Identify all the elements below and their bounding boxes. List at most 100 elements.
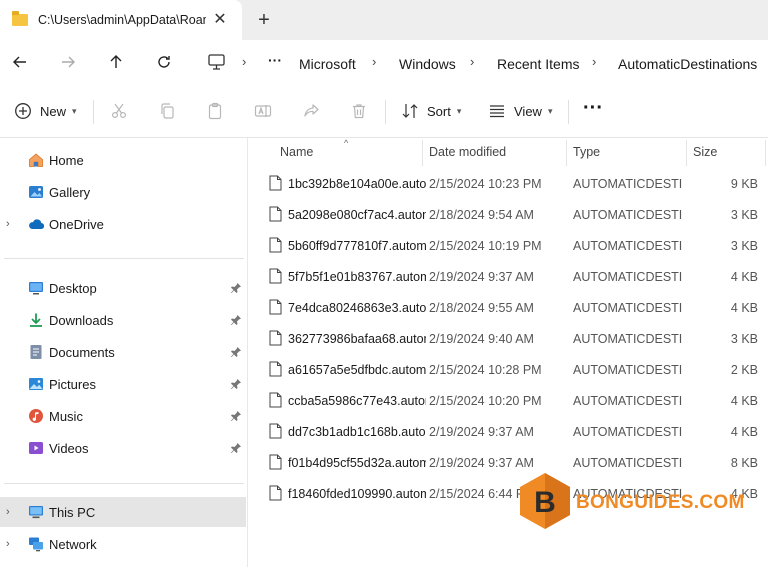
sidebar-item-documents[interactable]: Documents [0,337,246,367]
more-options-button[interactable]: ··· [583,96,603,120]
file-size: 3 KB [730,208,758,222]
column-header-type[interactable]: Type [573,145,600,159]
file-date-modified: 2/19/2024 9:37 AM [429,425,534,439]
column-divider[interactable] [422,140,423,166]
breadcrumb-automatic-destinations[interactable]: AutomaticDestinations [618,56,757,72]
videos-icon [29,442,43,454]
sidebar-item-desktop[interactable]: Desktop [0,273,246,303]
file-type: AUTOMATICDESTINATIONS-MS File [573,270,683,284]
sidebar-item-label: Desktop [49,280,97,296]
sidebar-item-pictures[interactable]: Pictures [0,369,246,399]
column-header-size[interactable]: Size [693,145,717,159]
sidebar-item-label: Downloads [49,312,114,328]
file-date-modified: 2/15/2024 10:23 PM [429,177,542,191]
new-label: New [40,103,67,119]
pictures-icon [29,378,43,390]
file-row[interactable]: 1bc392b8e104a00e.automaticDestinations-m… [250,168,768,199]
up-button[interactable] [104,50,128,74]
plus-circle-icon [15,103,31,119]
file-size: 4 KB [730,425,758,439]
clipboard-icon [208,102,222,120]
arrow-left-icon [13,56,26,68]
breadcrumb-recent-items[interactable]: Recent Items [497,56,579,72]
rename-button[interactable] [254,99,272,123]
copy-button[interactable] [158,99,176,123]
file-row[interactable]: ccba5a5986c77e43.automaticDestinations-m… [250,385,768,416]
address-bar[interactable]: › ··· Microsoft › Windows › Recent Items… [196,44,768,80]
pin-icon[interactable] [230,282,242,294]
sort-icon [402,104,418,118]
column-divider[interactable] [566,140,567,166]
pin-icon[interactable] [230,410,242,422]
file-row[interactable]: 5a2098e080cf7ac4.automaticDestinations-m… [250,199,768,230]
watermark-logo: B BONGUIDES.COM [518,472,744,532]
file-type: AUTOMATICDESTINATIONS-MS File [573,332,683,346]
sidebar-item-this-pc[interactable]: › This PC [0,497,246,527]
pin-icon[interactable] [230,346,242,358]
breadcrumb-microsoft[interactable]: Microsoft [299,56,356,72]
refresh-button[interactable] [152,50,176,74]
file-type: AUTOMATICDESTINATIONS-MS File [573,425,683,439]
forward-button[interactable] [56,50,80,74]
close-tab-icon[interactable]: ✕ [210,10,230,30]
file-row[interactable]: 7e4dca80246863e3.automaticDestinations-m… [250,292,768,323]
column-divider[interactable] [765,140,766,166]
sort-button[interactable]: Sort ▾ [401,99,461,123]
sidebar-divider [4,258,244,259]
back-button[interactable] [8,50,32,74]
file-row[interactable]: a61657a5e5dfbdc.automaticDestinations-ms… [250,354,768,385]
computer-icon [29,506,43,519]
file-name: f18460fded109990.automaticDestinations-m… [288,487,426,501]
column-header-date[interactable]: Date modified [429,145,506,159]
new-tab-button[interactable]: + [254,10,274,30]
svg-text:B: B [534,486,556,519]
file-date-modified: 2/19/2024 9:37 AM [429,456,534,470]
sidebar-item-videos[interactable]: Videos [0,433,246,463]
copy-icon [161,103,174,119]
breadcrumb-windows[interactable]: Windows [399,56,456,72]
sidebar-item-downloads[interactable]: Downloads [0,305,246,335]
file-name: a61657a5e5dfbdc.automaticDestinations-ms [288,363,426,377]
chevron-right-icon: › [592,54,597,69]
file-row[interactable]: dd7c3b1adb1c168b.automaticDestinations-m… [250,416,768,447]
toolbar-divider [385,100,386,124]
file-icon [269,175,282,191]
sidebar-item-gallery[interactable]: Gallery [0,177,246,207]
chevron-down-icon: ▾ [547,105,553,116]
file-date-modified: 2/19/2024 9:40 AM [429,332,534,346]
rename-icon [254,105,272,117]
delete-button[interactable] [350,99,368,123]
tab-automatic-destinations[interactable]: C:\Users\admin\AppData\Roaming\Microsoft… [0,0,242,40]
file-row[interactable]: 5f7b5f1e01b83767.automaticDestinations-m… [250,261,768,292]
new-button[interactable]: New ▾ [14,99,77,123]
file-date-modified: 2/15/2024 10:20 PM [429,394,542,408]
more-crumbs-button[interactable]: ··· [268,52,282,68]
share-button[interactable] [302,99,320,123]
sidebar-item-network[interactable]: › Network [0,529,246,559]
view-button[interactable]: View ▾ [488,99,552,123]
cut-button[interactable] [110,99,128,123]
paste-button[interactable] [206,99,224,123]
chevron-right-icon[interactable]: › [6,506,10,518]
column-header-name[interactable]: Name [280,145,313,159]
file-icon [269,206,282,222]
file-date-modified: 2/15/2024 10:19 PM [429,239,542,253]
chevron-right-icon[interactable]: › [6,538,10,550]
file-icon [269,330,282,346]
cloud-icon [29,219,44,230]
file-type: AUTOMATICDESTINATIONS-MS File [573,394,683,408]
file-row[interactable]: 362773986bafaa68.automaticDestinations-m… [250,323,768,354]
sidebar-item-home[interactable]: Home [0,145,246,175]
chevron-right-icon[interactable]: › [6,218,10,230]
pin-icon[interactable] [230,442,242,454]
column-divider[interactable] [686,140,687,166]
pin-icon[interactable] [230,378,242,390]
file-row[interactable]: 5b60ff9d777810f7.automaticDestinations-m… [250,230,768,261]
file-size: 4 KB [730,394,758,408]
chevron-right-icon: › [372,54,377,69]
sidebar-item-onedrive[interactable]: › OneDrive [0,209,246,239]
sidebar-item-label: OneDrive [49,216,104,232]
pin-icon[interactable] [230,314,242,326]
file-type: AUTOMATICDESTINATIONS-MS File [573,456,683,470]
sidebar-item-music[interactable]: Music [0,401,246,431]
